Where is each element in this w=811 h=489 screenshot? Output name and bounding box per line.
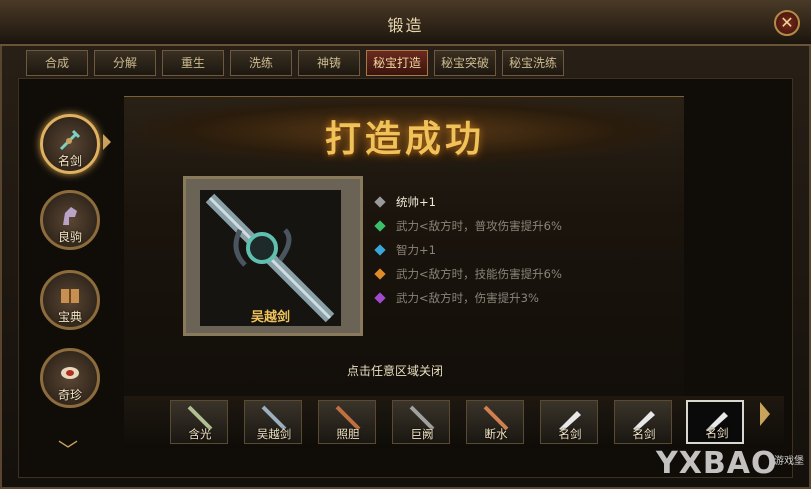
sidebar-item-label: 奇珍 bbox=[57, 388, 82, 402]
item-slot[interactable]: 照胆 bbox=[318, 400, 376, 444]
success-banner-text: 打造成功 bbox=[324, 118, 485, 160]
tab-treasure-breakthrough[interactable]: 秘宝突破 bbox=[434, 50, 496, 76]
item-slot[interactable]: 吴越剑 bbox=[244, 400, 302, 444]
tab-treasure-forge[interactable]: 秘宝打造 bbox=[366, 50, 428, 76]
sidebar-item-label: 宝典 bbox=[57, 310, 82, 324]
book-icon bbox=[61, 289, 79, 303]
item-slot-label: 名剑 bbox=[705, 426, 729, 440]
watermark-subtext: 游戏堡 bbox=[774, 456, 804, 467]
watermark: YXBAO bbox=[656, 446, 778, 481]
feather-icon bbox=[61, 367, 79, 379]
item-slot-label: 照胆 bbox=[336, 427, 360, 441]
item-slot-label: 断水 bbox=[484, 427, 508, 441]
item-slot[interactable]: 名剑 bbox=[540, 400, 598, 444]
item-slot[interactable]: 断水 bbox=[466, 400, 524, 444]
item-slot[interactable]: 含光 bbox=[170, 400, 228, 444]
item-slot[interactable]: 名剑 bbox=[614, 400, 672, 444]
tab-refine[interactable]: 洗练 bbox=[230, 50, 292, 76]
next-page-arrow-icon[interactable] bbox=[760, 402, 770, 426]
tab-decompose[interactable]: 分解 bbox=[94, 50, 156, 76]
chevron-down-icon[interactable]: ﹀ bbox=[58, 434, 78, 463]
sidebar-item-treasure-book[interactable]: 宝典 bbox=[40, 270, 100, 330]
close-hint[interactable]: 点击任意区域关闭 bbox=[330, 362, 460, 379]
item-slot-label: 巨阙 bbox=[410, 427, 434, 441]
window-title: 锻造 bbox=[387, 16, 424, 35]
success-banner: 打造成功 bbox=[130, 98, 680, 164]
stat-text: 武力<敌方时，普攻伤害提升6% bbox=[396, 219, 562, 233]
item-slot-label: 含光 bbox=[188, 427, 212, 441]
stat-text: 武力<敌方时，技能伤害提升6% bbox=[396, 267, 562, 281]
stat-text: 统帅+1 bbox=[396, 195, 436, 209]
sidebar-item-steed[interactable]: 良驹 bbox=[40, 190, 100, 250]
sidebar-item-label: 名剑 bbox=[57, 154, 82, 168]
close-button[interactable]: ✕ bbox=[774, 10, 800, 36]
horse-icon bbox=[63, 207, 77, 225]
sword-icon bbox=[59, 129, 81, 151]
stat-text: 武力<敌方时，伤害提升3% bbox=[396, 291, 539, 305]
item-name: 吴越剑 bbox=[250, 310, 290, 325]
item-slot-label: 名剑 bbox=[558, 427, 582, 441]
item-slot-label: 吴越剑 bbox=[256, 427, 292, 441]
sidebar-item-label: 良驹 bbox=[57, 230, 82, 244]
sidebar-selected-arrow-icon bbox=[103, 134, 111, 150]
tab-divine-cast[interactable]: 神铸 bbox=[298, 50, 360, 76]
sidebar-item-rare-treasure[interactable]: 奇珍 bbox=[40, 348, 100, 408]
stat-text: 智力+1 bbox=[396, 243, 436, 257]
item-slot-label: 名剑 bbox=[632, 427, 656, 441]
tab-rebirth[interactable]: 重生 bbox=[162, 50, 224, 76]
title-bar: 锻造 bbox=[0, 0, 811, 46]
tab-synthesize[interactable]: 合成 bbox=[26, 50, 88, 76]
sidebar-item-famous-sword[interactable]: 名剑 bbox=[40, 114, 100, 174]
tab-treasure-refine[interactable]: 秘宝洗练 bbox=[502, 50, 564, 76]
item-slot-selected[interactable]: 名剑 bbox=[686, 400, 744, 444]
item-slot[interactable]: 巨阙 bbox=[392, 400, 450, 444]
